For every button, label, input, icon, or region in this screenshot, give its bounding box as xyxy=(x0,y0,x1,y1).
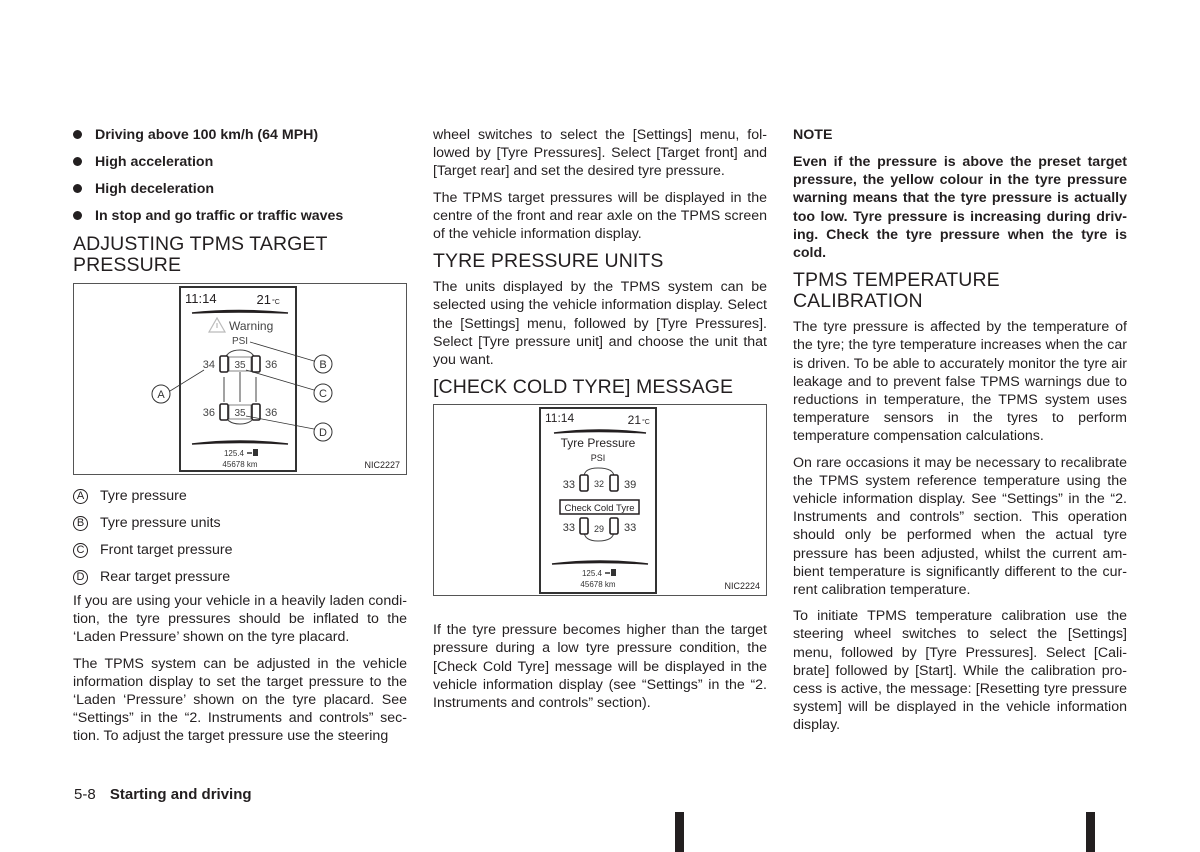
heading-tyre-pressure-units: TYRE PRESSURE UNITS xyxy=(433,250,664,273)
legend-item: B Tyre pressure units xyxy=(73,514,407,532)
letter-a-icon: A xyxy=(73,488,88,504)
display-range: 125.4 xyxy=(224,449,245,458)
section-title: Starting and driving xyxy=(109,786,252,803)
callout-c: C xyxy=(313,383,333,403)
paragraph-units: The units displayed by the TPMS system c… xyxy=(433,279,767,369)
paragraph-continued: wheel switches to select the [Settings] … xyxy=(433,127,767,180)
display-title: Tyre Pressure xyxy=(561,436,636,450)
display-unit: PSI xyxy=(232,336,248,347)
display-range: 125.4 xyxy=(582,569,603,578)
tyre-front-right xyxy=(609,474,619,493)
tpms-warning-diagram: 11:14 21 °C Warning PSI 34 35 36 36 35 3… xyxy=(151,286,333,472)
legend-item: C Front target pressure xyxy=(73,541,407,559)
note-text: Even if the pressure is above the preset… xyxy=(793,154,1127,262)
display-temp-unit: °C xyxy=(642,418,650,426)
bullet-icon xyxy=(73,184,82,193)
display-odometer: 45678 km xyxy=(222,460,257,469)
pressure-front-right: 39 xyxy=(624,479,636,491)
letter-d-icon: D xyxy=(73,569,88,585)
page-number: 5-8 xyxy=(74,786,96,803)
display-warning-label: Warning xyxy=(229,319,273,333)
figure-code: NIC2224 xyxy=(724,581,760,592)
callout-b: B xyxy=(313,354,333,374)
display-temp-unit: °C xyxy=(272,298,280,306)
pressure-rear-left: 33 xyxy=(563,522,575,534)
target-rear: 29 xyxy=(594,524,604,534)
note-title: NOTE xyxy=(793,127,833,143)
bullet-item: High acceleration xyxy=(73,153,407,171)
paragraph-temperature: The tyre pressure is affected by the tem… xyxy=(793,319,1127,445)
column-left: Driving above 100 km/h (64 MPH) High acc… xyxy=(73,126,407,754)
paragraph-initiate: To initiate TPMS temperature calibration… xyxy=(793,608,1127,734)
display-unit: PSI xyxy=(591,453,606,463)
display-time: 11:14 xyxy=(185,291,217,306)
pressure-rear-left: 36 xyxy=(203,407,215,419)
bullet-item: Driving above 100 km/h (64 MPH) xyxy=(73,126,407,144)
bullet-item: In stop and go traffic or traffic waves xyxy=(73,207,407,225)
paragraph-target-display: The TPMS target pressures will be displa… xyxy=(433,189,767,243)
svg-text:C: C xyxy=(319,388,327,400)
column-right: NOTE Even if the pressure is above the p… xyxy=(793,126,1127,743)
page-footer: 5-8 Starting and driving xyxy=(74,786,252,803)
pressure-front-left: 33 xyxy=(563,479,575,491)
svg-text:A: A xyxy=(157,389,165,401)
thumb-edge-mark xyxy=(675,812,684,852)
figure-code: NIC2227 xyxy=(364,460,400,470)
svg-text:B: B xyxy=(319,359,326,371)
pressure-front-right: 36 xyxy=(265,359,277,371)
check-cold-tyre-diagram: 11:14 21 °C Tyre Pressure PSI 33 32 39 C… xyxy=(539,407,657,595)
bullet-icon xyxy=(73,211,82,220)
paragraph-laden: If you are using your vehicle in a heavi… xyxy=(73,593,407,646)
bullet-icon xyxy=(73,130,82,139)
bullet-icon xyxy=(73,157,82,166)
heading-adjusting-tpms: ADJUSTING TPMS TARGET PRESSURE xyxy=(73,233,328,276)
pressure-rear-right: 36 xyxy=(265,407,277,419)
heading-check-cold-tyre: [CHECK COLD TYRE] MESSAGE xyxy=(433,376,734,399)
tyre-rear-right xyxy=(609,517,619,536)
figure-check-cold-tyre: 11:14 21 °C Tyre Pressure PSI 33 32 39 C… xyxy=(433,404,767,597)
condition-bullet-list: Driving above 100 km/h (64 MPH) High acc… xyxy=(73,126,407,225)
display-temp: 21 xyxy=(628,413,642,427)
target-rear: 35 xyxy=(234,408,246,419)
target-front: 35 xyxy=(234,360,246,371)
thumb-edge-mark xyxy=(1086,812,1095,852)
paragraph-rare-occasions: On rare occasions it may be necessary to… xyxy=(793,454,1127,599)
letter-c-icon: C xyxy=(73,542,88,558)
paragraph-check-cold: If the tyre pressure becomes higher than… xyxy=(433,622,767,712)
legend-item: D Rear target pressure xyxy=(73,568,407,586)
tyre-front-left xyxy=(219,355,229,373)
heading-tpms-calibration: TPMS TEMPERATURE CALIBRATION xyxy=(793,269,1000,313)
tyre-rear-left xyxy=(219,403,229,421)
tyre-rear-left xyxy=(579,517,589,536)
pressure-front-left: 34 xyxy=(203,359,215,371)
callout-d: D xyxy=(313,422,333,442)
callout-a: A xyxy=(151,384,171,404)
svg-text:D: D xyxy=(319,427,327,439)
pressure-rear-right: 33 xyxy=(624,522,636,534)
display-odometer: 45678 km xyxy=(580,580,615,589)
tyre-front-right xyxy=(251,355,261,373)
check-cold-tyre-message: Check Cold Tyre xyxy=(564,503,634,514)
figure-tpms-warning: 11:14 21 °C Warning PSI 34 35 36 36 35 3… xyxy=(73,283,407,475)
legend-item: A Tyre pressure xyxy=(73,487,407,505)
paragraph-adjust: The TPMS system can be adjusted in the v… xyxy=(73,655,407,745)
tyre-front-left xyxy=(579,474,589,493)
bullet-item: High deceleration xyxy=(73,180,407,198)
display-time: 11:14 xyxy=(545,411,574,425)
display-temp: 21 xyxy=(257,292,271,307)
column-middle: wheel switches to select the [Settings] … xyxy=(433,126,767,720)
figure-legend: A Tyre pressure B Tyre pressure units C Fro… xyxy=(73,487,407,586)
letter-b-icon: B xyxy=(73,515,88,531)
target-front: 32 xyxy=(594,479,604,489)
